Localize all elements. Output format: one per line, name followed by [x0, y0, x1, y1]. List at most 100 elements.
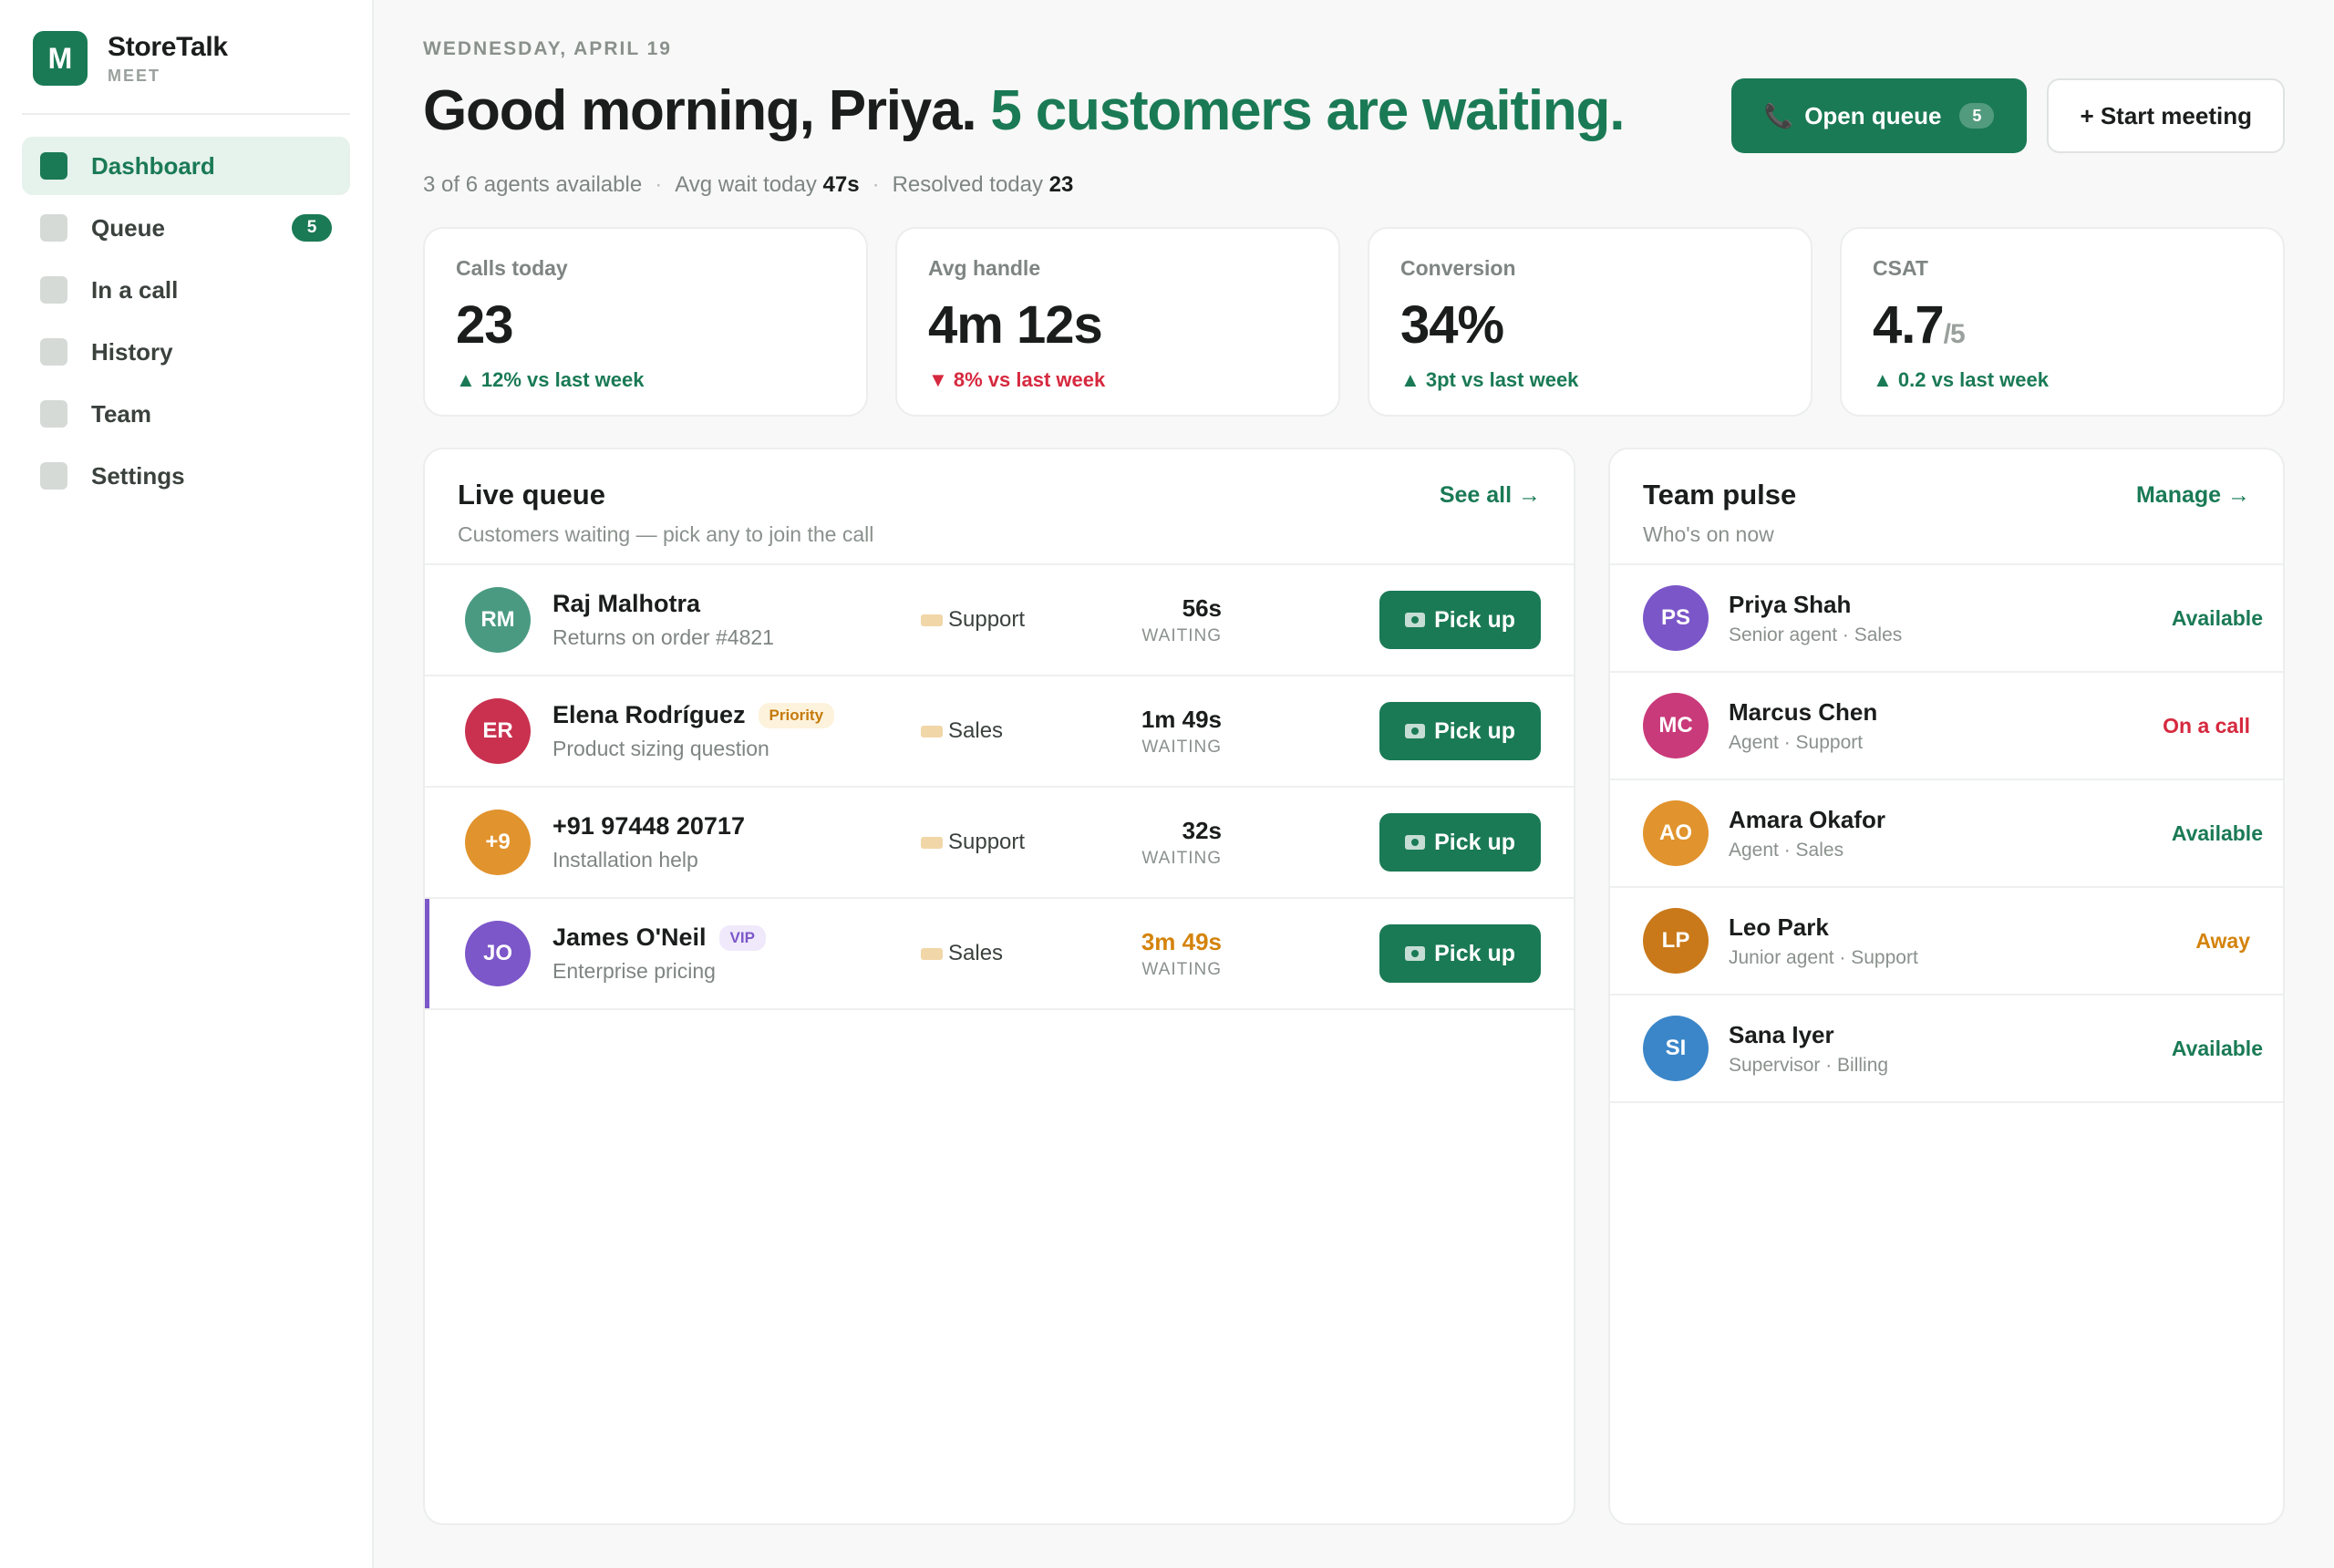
wait-time-label: WAITING: [1141, 737, 1222, 757]
see-all-link[interactable]: See all →: [1440, 482, 1541, 509]
kpi-label: Conversion: [1400, 256, 1516, 280]
list-item[interactable]: SI Sana Iyer Supervisor · Billing Availa…: [1610, 995, 2283, 1103]
avatar: ER: [465, 698, 531, 764]
wait-time: 32s WAITING: [1112, 817, 1222, 869]
kpi-card-avg-handle: Avg handle 4m 12s ▼ 8% vs last week: [895, 227, 1340, 417]
kpi-delta: ▲ 3pt vs last week: [1400, 368, 1579, 391]
agent-role: Senior agent · Sales: [1729, 624, 1903, 645]
video-icon: [1405, 613, 1426, 627]
wait-time-value: 1m 49s: [1141, 705, 1222, 733]
customer-info: +91 97448 20717 Installation help: [553, 812, 921, 872]
customer-name: +91 97448 20717: [553, 812, 921, 841]
open-queue-label: Open queue: [1804, 101, 1942, 129]
panels: Live queue Customers waiting — pick any …: [423, 448, 2285, 1525]
avatar: PS: [1643, 585, 1709, 651]
customer-name-text: Elena Rodríguez: [553, 701, 746, 728]
avatar: LP: [1643, 908, 1709, 974]
agent-role: Junior agent · Support: [1729, 946, 1918, 968]
status-badge: Available: [2171, 820, 2263, 845]
pick-up-button[interactable]: Pick up: [1379, 591, 1541, 649]
agent-role: Supervisor · Billing: [1729, 1054, 1889, 1076]
customer-name: James O'Neil VIP: [553, 923, 921, 952]
sidebar-item-in-a-call[interactable]: In a call: [22, 261, 350, 319]
sidebar-item-queue[interactable]: Queue 5: [22, 199, 350, 257]
resolved-today: Resolved today 23: [893, 172, 1074, 198]
sidebar-item-label: History: [91, 337, 173, 366]
list-item[interactable]: MC Marcus Chen Agent · Support On a call: [1610, 673, 2283, 780]
pick-up-button[interactable]: Pick up: [1379, 924, 1541, 983]
wait-time: 1m 49s WAITING: [1112, 706, 1222, 758]
agent-name: Priya Shah: [1729, 590, 1852, 618]
sidebar-item-team[interactable]: Team: [22, 385, 350, 443]
customer-name-text: +91 97448 20717: [553, 812, 745, 840]
avg-wait: Avg wait today 47s: [675, 172, 859, 198]
avatar: +9: [465, 810, 531, 875]
list-item[interactable]: AO Amara Okafor Agent · Sales Available: [1610, 780, 2283, 888]
sidebar-item-label: Settings: [91, 461, 185, 490]
start-meeting-button[interactable]: + Start meeting: [2047, 78, 2285, 153]
brand-sub: MEET: [108, 66, 161, 85]
kpi-number: 4.7: [1873, 295, 1945, 355]
stats-line: 3 of 6 agents available · Avg wait today…: [423, 172, 2285, 198]
kpi-card-csat: CSAT 4.7/5 ▲ 0.2 vs last week: [1840, 227, 2285, 417]
avatar: AO: [1643, 800, 1709, 866]
pick-up-button[interactable]: Pick up: [1379, 813, 1541, 872]
priority-badge: Priority: [758, 702, 835, 728]
agent-role: Agent · Sales: [1729, 839, 1844, 861]
avatar: SI: [1643, 1016, 1709, 1081]
pick-up-label: Pick up: [1434, 717, 1515, 744]
video-icon: [1405, 724, 1426, 738]
pick-up-button[interactable]: Pick up: [1379, 702, 1541, 760]
customer-name-text: James O'Neil: [553, 923, 707, 951]
kpi-number: 4m 12s: [928, 295, 1103, 355]
status-badge: Available: [2171, 1036, 2263, 1060]
separator: ·: [655, 172, 663, 197]
sidebar: M StoreTalk MEET Dashboard Queue 5 In a …: [0, 0, 374, 1568]
department: Support: [921, 830, 1112, 855]
queue-count-badge: 5: [292, 214, 332, 242]
ticket-icon: [921, 836, 943, 849]
agent-info: Sana Iyer Supervisor · Billing: [1729, 1021, 2172, 1077]
wait-time: 3m 49s WAITING: [1112, 928, 1222, 980]
table-row: +9 +91 97448 20717 Installation help Sup…: [425, 788, 1574, 899]
panel-header: Team pulse Who's on now Manage →: [1610, 449, 2283, 565]
brand-logo[interactable]: M: [33, 31, 88, 86]
agent-info: Leo Park Junior agent · Support: [1729, 913, 2195, 969]
open-queue-button[interactable]: 📞 Open queue 5: [1730, 78, 2028, 153]
current-date: WEDNESDAY, APRIL 19: [423, 38, 672, 59]
sidebar-item-history[interactable]: History: [22, 323, 350, 381]
team-pulse-panel: Team pulse Who's on now Manage → PS Priy…: [1608, 448, 2285, 1525]
pick-up-label: Pick up: [1434, 829, 1515, 855]
kpi-value: 34%: [1400, 299, 1780, 352]
video-icon: [1405, 946, 1426, 961]
customer-name: Raj Malhotra: [553, 590, 921, 618]
kpi-delta: ▲ 12% vs last week: [456, 368, 645, 391]
wait-time-value: 56s: [1182, 593, 1222, 622]
sidebar-item-label: Queue: [91, 213, 165, 242]
customer-name: Elena Rodríguez Priority: [553, 701, 921, 729]
agent-name: Leo Park: [1729, 913, 1829, 941]
kpi-value: 4.7/5: [1873, 299, 2252, 352]
agent-name: Marcus Chen: [1729, 697, 1878, 726]
team-icon: [40, 400, 67, 428]
phone-icon: 📞: [1763, 101, 1794, 129]
pick-up-label: Pick up: [1434, 940, 1515, 966]
list-item[interactable]: PS Priya Shah Senior agent · Sales Avail…: [1610, 565, 2283, 673]
manage-link[interactable]: Manage →: [2136, 482, 2250, 509]
dashboard-icon: [40, 152, 67, 180]
brand-name: StoreTalk: [108, 31, 228, 62]
sidebar-item-settings[interactable]: Settings: [22, 447, 350, 505]
sidebar-item-dashboard[interactable]: Dashboard: [22, 137, 350, 195]
ticket-icon: [921, 614, 943, 626]
wait-time-value: 32s: [1182, 816, 1222, 844]
list-item[interactable]: LP Leo Park Junior agent · Support Away: [1610, 888, 2283, 995]
department: Sales: [921, 941, 1112, 966]
department-label: Sales: [948, 941, 1004, 965]
kpi-value: 23: [456, 299, 835, 352]
call-icon: [40, 276, 67, 304]
kpi-label: Calls today: [456, 256, 568, 280]
history-icon: [40, 338, 67, 366]
customer-reason: Product sizing question: [553, 737, 769, 760]
kpi-card-calls: Calls today 23 ▲ 12% vs last week: [423, 227, 868, 417]
wait-time-label: WAITING: [1141, 625, 1222, 645]
